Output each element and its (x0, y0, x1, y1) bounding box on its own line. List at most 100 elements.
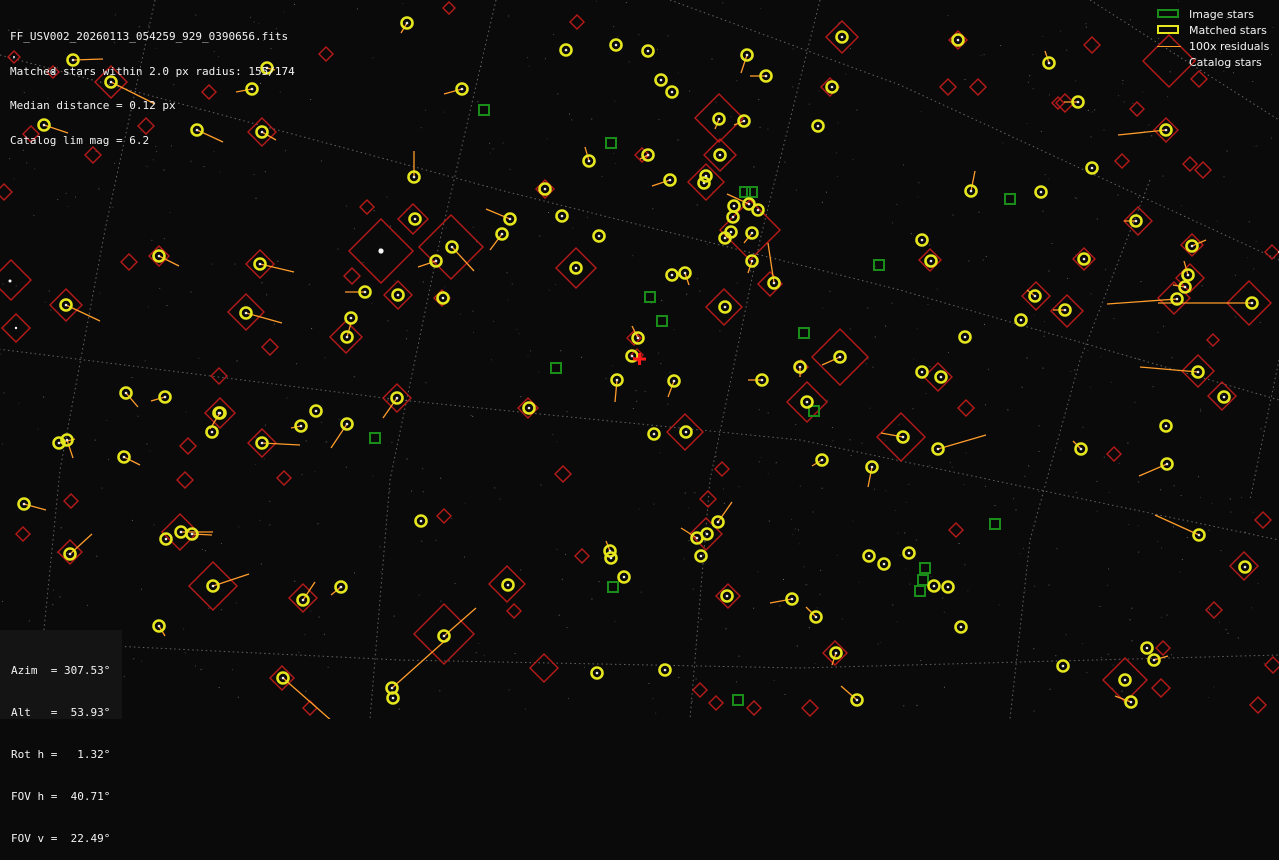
faint-star (191, 161, 192, 162)
faint-star (1016, 509, 1017, 510)
faint-star (75, 197, 76, 198)
faint-star (1086, 672, 1087, 673)
faint-star (541, 484, 542, 485)
faint-star (1219, 622, 1220, 623)
matched-star-core (507, 584, 510, 587)
faint-star (1157, 541, 1158, 542)
matched-star-core (623, 576, 626, 579)
faint-star (1271, 138, 1272, 139)
faint-star (1222, 394, 1223, 395)
faint-star (817, 607, 818, 608)
faint-star (567, 627, 568, 628)
faint-star (832, 427, 833, 428)
faint-star (354, 376, 355, 377)
matched-star-core (346, 423, 349, 426)
faint-star (606, 378, 607, 379)
faint-star (1050, 689, 1051, 690)
faint-star (784, 162, 785, 163)
faint-star (1161, 617, 1162, 618)
faint-star (1187, 537, 1188, 538)
faint-star (1256, 241, 1257, 242)
faint-star (147, 443, 148, 444)
faint-star (1038, 425, 1039, 426)
faint-star (1083, 427, 1084, 428)
faint-star (850, 48, 851, 49)
faint-star (1044, 336, 1045, 337)
faint-star (759, 409, 760, 410)
residual-line (938, 435, 986, 449)
image-star (747, 187, 757, 197)
faint-star (950, 462, 951, 463)
faint-star (891, 303, 892, 304)
matched-star-core (705, 175, 708, 178)
faint-star (668, 35, 669, 36)
residual-line (392, 638, 448, 688)
faint-star (820, 570, 821, 571)
faint-star (903, 705, 904, 706)
faint-star (660, 363, 661, 364)
green-square-icon (1157, 9, 1183, 19)
matched-star-core (664, 669, 667, 672)
faint-star (639, 509, 640, 510)
matched-star-core (396, 397, 399, 400)
faint-star (985, 486, 986, 487)
faint-star (556, 441, 557, 442)
catalog-star (1230, 552, 1258, 580)
faint-star (867, 358, 868, 359)
faint-star (1038, 451, 1039, 452)
faint-star (509, 689, 510, 690)
faint-star (261, 564, 262, 565)
matched-star-core (647, 154, 650, 157)
faint-star (407, 459, 408, 460)
catalog-star (289, 584, 317, 612)
catalog-star (344, 268, 360, 284)
faint-star (764, 72, 765, 73)
faint-star (1060, 31, 1061, 32)
image-star (920, 563, 930, 573)
faint-star (277, 261, 278, 262)
faint-star (872, 367, 873, 368)
faint-star (319, 617, 320, 618)
faint-star (947, 15, 948, 16)
faint-star (806, 584, 807, 585)
faint-star (1160, 489, 1161, 490)
faint-star (1124, 101, 1125, 102)
faint-star (852, 159, 853, 160)
faint-star (311, 328, 312, 329)
faint-star (758, 571, 759, 572)
faint-star (484, 655, 485, 656)
faint-star (689, 91, 690, 92)
faint-star (758, 99, 759, 100)
faint-star (678, 73, 679, 74)
faint-star (688, 507, 689, 508)
faint-star (859, 582, 860, 583)
legend-item-matched-stars: Matched stars (1157, 22, 1277, 38)
faint-star (838, 122, 839, 123)
faint-star (1118, 195, 1119, 196)
faint-star (221, 609, 222, 610)
faint-star (372, 476, 373, 477)
faint-star (959, 543, 960, 544)
faint-star (387, 197, 388, 198)
faint-star (1023, 548, 1024, 549)
faint-star (50, 310, 51, 311)
faint-star (769, 521, 770, 522)
faint-star (875, 336, 876, 337)
matched-star-core (413, 176, 416, 179)
faint-star (363, 262, 364, 263)
faint-star (638, 34, 639, 35)
faint-star (657, 49, 658, 50)
catalog-star (1191, 71, 1207, 87)
faint-star (612, 365, 613, 366)
faint-star (1075, 80, 1076, 81)
residual-line (1155, 515, 1199, 535)
matched-star-core (815, 616, 818, 619)
matched-star-core (937, 448, 940, 451)
faint-star (494, 487, 495, 488)
matched-star-core (733, 205, 736, 208)
faint-star (1264, 663, 1265, 664)
catalog-star (277, 471, 291, 485)
faint-star (388, 400, 389, 401)
faint-star (232, 669, 233, 670)
altitude-readout: Alt = 53.93° (11, 706, 122, 720)
